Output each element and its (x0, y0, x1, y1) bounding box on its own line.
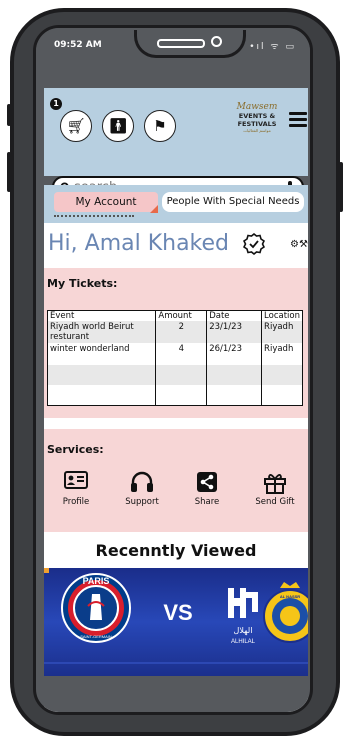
tickets-table: Event Amount Date Location Riyadh world … (47, 310, 303, 406)
cell-amount: 2 (155, 321, 208, 343)
column-header: Event (47, 310, 157, 321)
recently-viewed-banner[interactable]: PARIS SAINT-GERMAIN VS الهلال ALHILAL AL… (44, 568, 308, 676)
cell-event: Riyadh world Beirut resturant (47, 321, 157, 343)
service-send-gift[interactable]: Send Gift (245, 471, 305, 507)
services-section: Services: Profile Support Share Send Gif… (44, 429, 308, 532)
cell-date: 23/1/23 (206, 321, 263, 343)
phone-side-button (7, 152, 11, 192)
service-share[interactable]: Share (177, 471, 237, 507)
psg-text: PARIS (83, 576, 110, 586)
vs-text: VS (163, 600, 192, 625)
cell-location: Riyadh (261, 321, 303, 343)
flag-button[interactable]: ⚑ (144, 110, 176, 142)
phone-side-button (339, 162, 343, 212)
cart-icon: 🛒︎ (66, 117, 86, 135)
gift-icon (264, 474, 286, 494)
status-icons: •ıl ᯤ ▭ (249, 42, 296, 52)
logo-line1: EVENTS & (238, 112, 276, 120)
home-indicator-area (44, 676, 308, 712)
logo-tagline: مواسم الفعاليات (243, 128, 271, 133)
status-bar: 09:52 AM •ıl ᯤ ▭ (36, 28, 310, 86)
settings-tools-icon[interactable]: ⚙⚒ (290, 239, 308, 250)
share-icon (197, 472, 217, 492)
speaker-icon (157, 39, 205, 48)
psg-sub-text: SAINT-GERMAIN (80, 634, 112, 639)
service-profile[interactable]: Profile (46, 471, 106, 507)
cell-event: winter wonderland (47, 343, 157, 365)
tab-my-account[interactable]: My Account (54, 192, 158, 212)
phone-side-button (7, 104, 11, 126)
tickets-title: My Tickets: (47, 277, 118, 290)
tickets-section: My Tickets: Event Amount Date Location R… (44, 268, 308, 418)
cell-location: Riyadh (261, 343, 303, 365)
tab-indicator (54, 215, 134, 217)
menu-icon[interactable] (289, 112, 307, 127)
service-label: Send Gift (255, 497, 295, 507)
main-content: Hi, Amal Khaked ⚙⚒ My Tickets: Event Amo… (44, 223, 308, 712)
phone-screen: 09:52 AM •ıl ᯤ ▭ 🛒︎ 1 🚹︎ ⚑ Mawsem EVENTS… (33, 25, 313, 715)
column-header: Location (261, 310, 303, 321)
table-row-empty (47, 365, 303, 385)
alhilal-logo (228, 588, 258, 618)
service-label: Support (125, 497, 159, 507)
accessibility-icon: 🚹︎ (108, 117, 128, 135)
verified-check-icon (243, 233, 265, 255)
alnassr-logo (263, 582, 308, 643)
headphones-icon (131, 471, 153, 492)
service-label: Share (194, 497, 220, 507)
logo-line2: FESTIVALS (237, 120, 277, 128)
accessibility-button[interactable]: 🚹︎ (102, 110, 134, 142)
status-time: 09:52 AM (54, 40, 102, 50)
match-banner-graphic: PARIS SAINT-GERMAIN VS الهلال ALHILAL AL… (44, 568, 308, 664)
service-label: Profile (62, 497, 90, 507)
flag-icon: ⚑ (153, 117, 167, 135)
cursor-icon (150, 205, 158, 213)
table-row[interactable]: Riyadh world Beirut resturant 2 23/1/23 … (47, 321, 303, 343)
column-header: Amount (155, 310, 208, 321)
recently-viewed-title: Recenntly Viewed (95, 541, 257, 560)
cell-amount: 4 (155, 343, 208, 365)
brand-logo[interactable]: Mawsem EVENTS & FESTIVALS مواسم الفعاليا… (228, 94, 286, 142)
services-title: Services: (47, 443, 104, 456)
service-support[interactable]: Support (112, 471, 172, 507)
cart-button[interactable]: 🛒︎ (60, 110, 92, 142)
table-row[interactable]: winter wonderland 4 26/1/23 Riyadh (47, 343, 303, 365)
table-row-empty (47, 385, 303, 406)
id-card-icon (64, 471, 88, 489)
alhilal-ar-text: الهلال (234, 626, 253, 635)
cell-date: 26/1/23 (206, 343, 263, 365)
logo-script: Mawsem (236, 102, 278, 112)
greeting: Hi, Amal Khaked (48, 231, 230, 256)
tab-special-needs[interactable]: People With Special Needs (162, 192, 304, 212)
phone-notch (134, 30, 246, 58)
camera-icon (211, 36, 222, 47)
table-header-row: Event Amount Date Location (47, 310, 303, 321)
app-header: 🛒︎ 1 🚹︎ ⚑ Mawsem EVENTS & FESTIVALS مواس… (44, 88, 308, 198)
column-header: Date (206, 310, 263, 321)
alnassr-text: AL NASSR (280, 594, 300, 599)
account-tabs: My Account People With Special Needs (44, 185, 308, 223)
cart-badge: 1 (50, 98, 62, 110)
alhilal-en-text: ALHILAL (231, 639, 256, 645)
